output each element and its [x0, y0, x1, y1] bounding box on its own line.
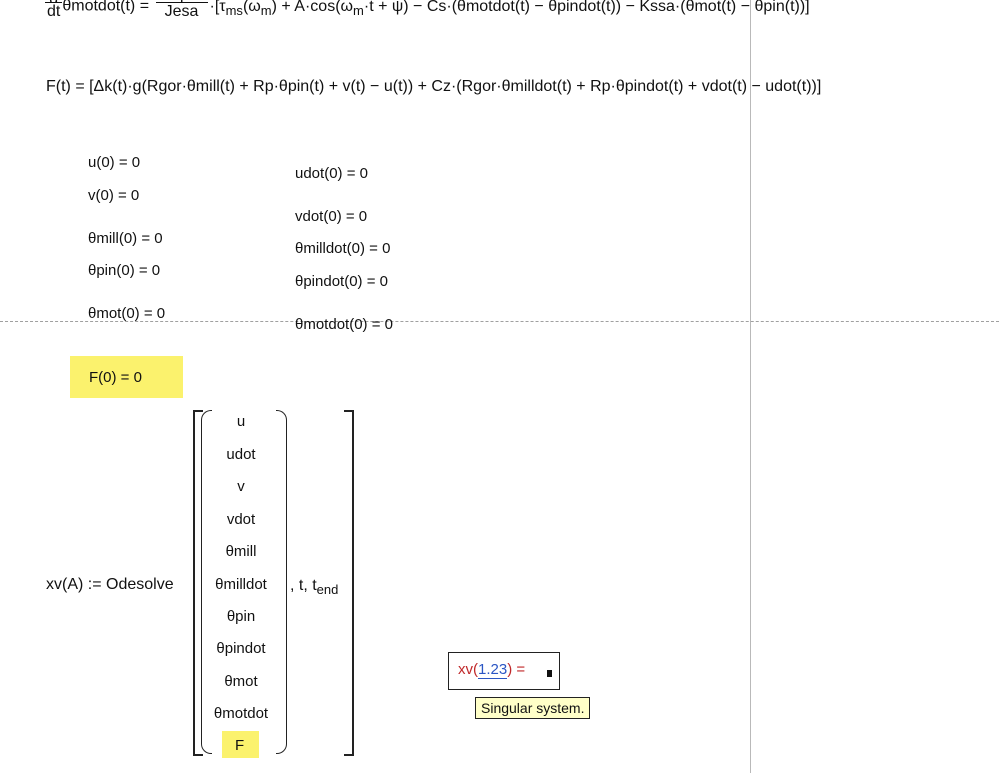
vector-item-u[interactable]: u	[205, 413, 277, 430]
force-equation[interactable]: F(t) = [Δk(t)·g(Rgor·θmill(t) + Rp·θpin(…	[46, 78, 821, 96]
ode-motor-equation[interactable]: d dt θmotdot(t) = 1 Jesa ·[τms(ωm) + A·c…	[45, 0, 810, 21]
vector-item-F: F	[235, 737, 245, 754]
error-tooltip: Singular system.	[475, 697, 591, 719]
init-v[interactable]: v(0) = 0	[88, 187, 139, 204]
init-theta-motdot[interactable]: θmotdot(0) = 0	[295, 316, 393, 333]
force-init: F(0) = 0	[89, 369, 142, 386]
evaluation-expression[interactable]: xv(1.23) =	[458, 661, 525, 679]
vector-item-theta-motdot[interactable]: θmotdot	[205, 705, 277, 722]
result-placeholder[interactable]	[547, 670, 552, 677]
ode-rhs: ·[τms(ωm) + A·cos(ωm·t + ψ) − Cs·(θmotdo…	[209, 0, 810, 18]
init-udot[interactable]: udot(0) = 0	[295, 165, 368, 182]
evaluation-argument[interactable]: 1.23	[478, 661, 508, 679]
vector-item-theta-pin[interactable]: θpin	[205, 608, 277, 625]
init-theta-mill[interactable]: θmill(0) = 0	[88, 230, 163, 247]
ode-lhs: θmotdot(t) =	[62, 0, 150, 15]
init-vdot[interactable]: vdot(0) = 0	[295, 208, 367, 225]
vector-item-theta-pindot[interactable]: θpindot	[205, 640, 277, 657]
vector-item-F-highlight[interactable]: F	[222, 731, 259, 758]
vector-item-theta-milldot[interactable]: θmilldot	[205, 576, 277, 593]
init-theta-milldot[interactable]: θmilldot(0) = 0	[295, 240, 390, 257]
vector-item-theta-mill[interactable]: θmill	[205, 543, 277, 560]
odesolve-args[interactable]: , t, tend	[290, 577, 338, 597]
vector-right-paren	[276, 410, 287, 754]
vector-item-theta-mot[interactable]: θmot	[205, 673, 277, 690]
vector-item-udot[interactable]: udot	[205, 446, 277, 463]
init-theta-mot[interactable]: θmot(0) = 0	[88, 305, 165, 322]
evaluation-region[interactable]: xv(1.23) =	[448, 652, 560, 690]
page-margin-vertical-guide	[750, 0, 751, 773]
init-theta-pindot[interactable]: θpindot(0) = 0	[295, 273, 388, 290]
inertia-fraction: 1 Jesa	[155, 0, 208, 21]
derivative-operator: d dt	[45, 0, 63, 21]
init-theta-pin[interactable]: θpin(0) = 0	[88, 262, 160, 279]
matrix-right-bracket	[344, 410, 354, 756]
vector-item-vdot[interactable]: vdot	[205, 511, 277, 528]
force-init-highlight[interactable]: F(0) = 0	[70, 356, 183, 398]
odesolve-lhs[interactable]: xv(A) := Odesolve	[46, 576, 174, 594]
init-u[interactable]: u(0) = 0	[88, 154, 140, 171]
vector-item-v[interactable]: v	[205, 478, 277, 495]
